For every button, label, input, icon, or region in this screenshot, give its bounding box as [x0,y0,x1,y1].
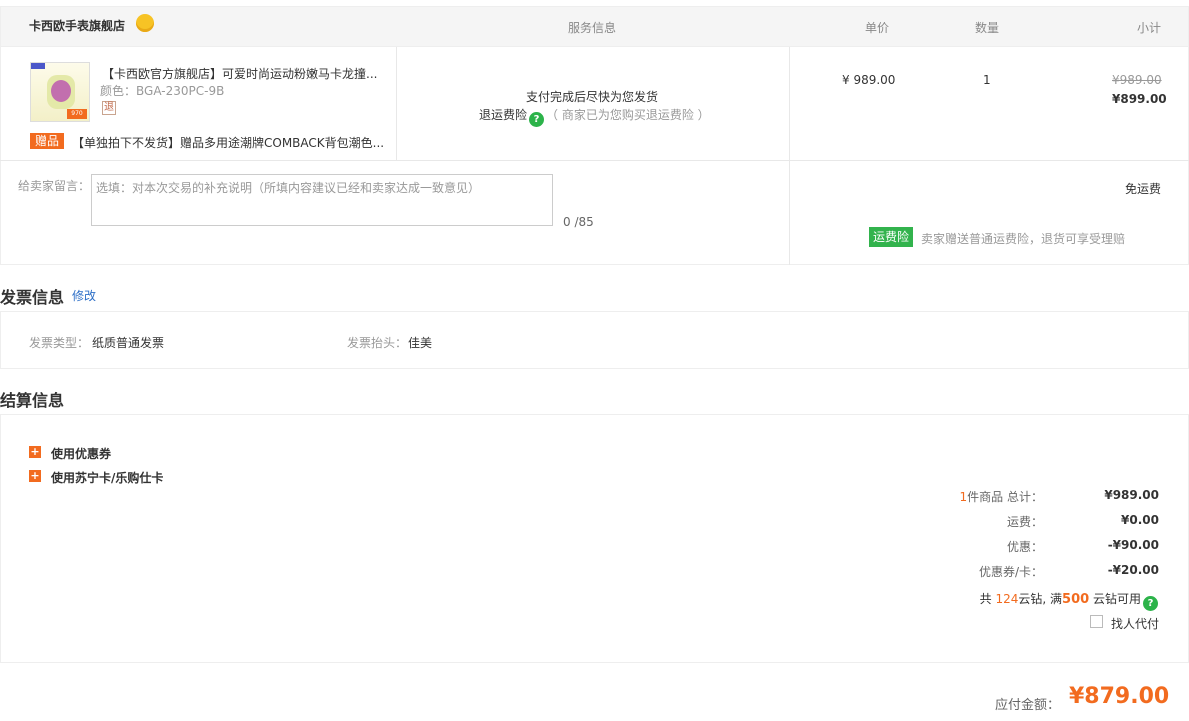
yunzuan-info: 共 124云钻, 满500 云钻可用? [940,590,1160,611]
summary-items-text: 件商品 总计： [967,490,1043,504]
shipping-fee-text: 免运费 [1125,182,1162,196]
original-subtotal: ¥989.00 [1112,73,1162,87]
invoice-head-value: 佳美 [408,336,433,350]
invoice-section-title: 发票信息 [0,288,65,307]
unit-price: ¥ 989.00 [842,73,896,87]
yunzuan-prefix: 共 [979,592,996,606]
shipping-insurance-badge: 运费险 [869,227,914,247]
gift-badge: 赠品 [30,133,65,149]
invoice-type-label: 发票类型： [29,336,90,350]
column-subtotal: 小计 [1137,21,1162,35]
yunzuan-mid: 云钻, 满 [1018,592,1063,606]
expand-plus-icon[interactable]: + [29,470,41,482]
help-question-icon[interactable]: ? [529,112,545,127]
service-delivery-text: 支付完成后尽快为您发货 [526,90,659,104]
brand-tag-icon [31,63,45,69]
watch-face-icon [51,80,71,102]
subtotal: ¥899.00 [1112,92,1167,106]
product-color: 颜色：BGA-230PC-9B [100,84,225,98]
shop-name[interactable]: 卡西欧手表旗舰店 [29,17,125,34]
proxy-pay-checkbox[interactable] [1090,615,1103,628]
crown-badge-icon [136,14,154,32]
settlement-section-title: 结算信息 [0,391,65,410]
column-unit-price: 单价 [865,21,890,35]
summary-discount-label: 优惠： [1006,540,1043,554]
yunzuan-count: 124 [995,592,1019,606]
column-service: 服务信息 [568,21,617,35]
seller-message-input[interactable] [91,174,553,226]
column-quantity: 数量 [975,21,1000,35]
thumb-price-tag: 970 [67,109,87,119]
invoice-head-label: 发票抬头： [347,336,408,350]
quantity: 1 [983,73,991,87]
divider [0,160,1189,161]
summary-shipping-value: ¥0.00 [1121,513,1159,527]
invoice-panel [0,311,1189,369]
refund-badge: 退 [102,101,116,115]
summary-discount-value: -¥90.00 [1107,538,1159,552]
proxy-pay-label[interactable]: 找人代付 [1111,615,1159,632]
summary-coupon-label: 优惠券/卡： [978,565,1043,579]
summary-items-label: 1件商品 总计： [903,488,1043,505]
payable-amount: ¥879.00 [1069,684,1170,709]
use-coupon-toggle[interactable]: 使用优惠券 [51,445,111,462]
expand-plus-icon[interactable]: + [29,446,41,458]
use-card-toggle[interactable]: 使用苏宁卡/乐购仕卡 [51,469,163,486]
yunzuan-threshold: 500 [1062,592,1090,607]
summary-items-total: ¥989.00 [1104,488,1159,502]
service-insurance-row: 退运费险? （ 商家已为您购买退运费险 ） [479,106,710,127]
gift-description-link[interactable]: 【单独拍下不发货】赠品多用途潮牌COMBACK背包潮色... [72,134,384,151]
help-question-icon[interactable]: ? [1143,596,1158,611]
divider [789,47,790,265]
invoice-edit-link[interactable]: 修改 [72,287,96,304]
divider [396,47,397,160]
service-insurance-note: （ 商家已为您购买退运费险 ） [546,108,710,122]
summary-coupon-value: -¥20.00 [1107,563,1159,577]
message-char-count: 0 /85 [563,215,594,229]
invoice-type-value: 纸质普通发票 [92,336,165,350]
product-title-link[interactable]: 【卡西欧官方旗舰店】可爱时尚运动粉嫩马卡龙撞... [102,65,377,82]
product-thumbnail[interactable]: 970 [30,62,90,122]
message-label: 给卖家留言： [18,179,91,193]
summary-shipping-label: 运费： [1006,515,1043,529]
shipping-insurance-text: 卖家赠送普通运费险，退货可享受理赔 [921,232,1126,246]
service-insurance-label: 退运费险 [479,108,528,122]
payable-label: 应付金额： [995,698,1061,713]
yunzuan-suffix: 云钻可用 [1089,592,1141,606]
